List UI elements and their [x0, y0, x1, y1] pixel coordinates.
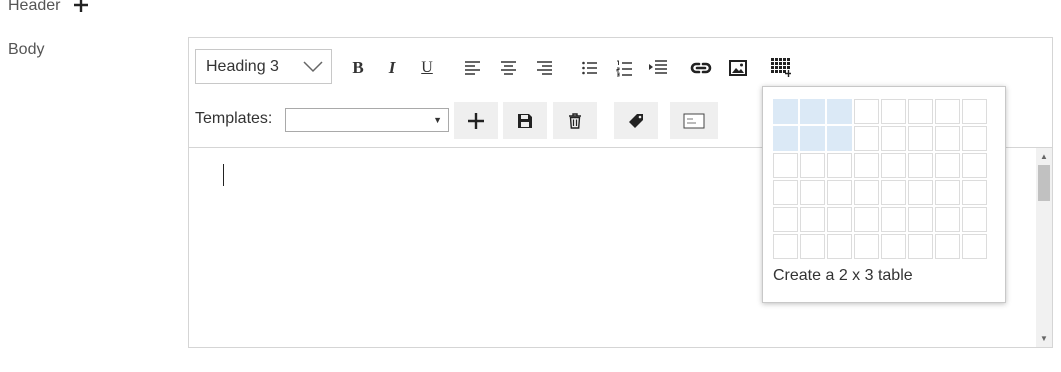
- table-grid-cell[interactable]: [800, 207, 825, 232]
- table-grid-cell[interactable]: [827, 234, 852, 259]
- table-grid-cell[interactable]: [800, 234, 825, 259]
- table-grid-cell[interactable]: [800, 126, 825, 151]
- table-grid-cell[interactable]: [962, 99, 987, 124]
- indent-button[interactable]: [649, 59, 667, 77]
- text-caret: [223, 164, 224, 186]
- add-header-plus-icon[interactable]: [72, 0, 90, 14]
- vertical-scrollbar[interactable]: ▲ ▼: [1036, 148, 1052, 347]
- table-grid-cell[interactable]: [935, 180, 960, 205]
- table-grid-cell[interactable]: [935, 99, 960, 124]
- table-grid-cell[interactable]: [881, 207, 906, 232]
- chevron-down-icon: [303, 61, 323, 73]
- italic-button[interactable]: I: [385, 58, 399, 78]
- table-grid-cell[interactable]: [962, 207, 987, 232]
- table-grid-cell[interactable]: [908, 99, 933, 124]
- table-grid-cell[interactable]: [881, 126, 906, 151]
- align-right-icon: [536, 61, 552, 75]
- table-grid-cell[interactable]: [800, 153, 825, 178]
- table-grid-cell[interactable]: [800, 99, 825, 124]
- heading-select-value: Heading 3: [206, 58, 279, 75]
- table-grid-cell[interactable]: [854, 153, 879, 178]
- dropdown-arrow-icon: ▼: [433, 115, 442, 125]
- table-grid-cell[interactable]: [773, 234, 798, 259]
- scroll-up-arrow-icon[interactable]: ▲: [1040, 152, 1048, 161]
- table-grid-cell[interactable]: [854, 126, 879, 151]
- table-grid-cell[interactable]: [935, 207, 960, 232]
- image-icon: [729, 60, 747, 76]
- plus-icon: [468, 112, 484, 129]
- table-grid-cell[interactable]: [962, 153, 987, 178]
- underline-button[interactable]: U: [419, 58, 435, 78]
- table-grid-cell[interactable]: [962, 234, 987, 259]
- scroll-down-arrow-icon[interactable]: ▼: [1040, 334, 1048, 343]
- bulleted-list-button[interactable]: [581, 60, 597, 76]
- table-grid-cell[interactable]: [962, 126, 987, 151]
- insert-link-button[interactable]: [690, 59, 712, 77]
- table-grid-cell[interactable]: [881, 153, 906, 178]
- table-grid-cell[interactable]: [827, 180, 852, 205]
- table-grid-cell[interactable]: [881, 99, 906, 124]
- table-grid-cell[interactable]: [800, 180, 825, 205]
- heading-format-select[interactable]: Heading 3: [195, 49, 332, 84]
- body-label: Body: [8, 41, 45, 58]
- align-right-button[interactable]: [536, 60, 552, 76]
- table-picker-caption: Create a 2 x 3 table: [773, 267, 913, 284]
- tag-button[interactable]: [614, 102, 658, 139]
- table-icon: [771, 58, 791, 77]
- table-grid-cell[interactable]: [773, 207, 798, 232]
- table-grid-cell[interactable]: [881, 234, 906, 259]
- header-label: Header: [8, 0, 61, 14]
- align-left-button[interactable]: [464, 60, 480, 76]
- text-field-icon: [683, 113, 705, 128]
- table-grid-cell[interactable]: [908, 153, 933, 178]
- numbered-list-button[interactable]: [615, 59, 632, 77]
- table-grid-cell[interactable]: [773, 180, 798, 205]
- templates-label: Templates:: [195, 110, 273, 127]
- scrollbar-thumb[interactable]: [1038, 165, 1050, 201]
- table-grid-cell[interactable]: [935, 153, 960, 178]
- align-center-icon: [500, 61, 516, 75]
- table-grid-cell[interactable]: [908, 180, 933, 205]
- numbered-list-icon: [616, 60, 632, 76]
- table-size-picker: Create a 2 x 3 table: [762, 86, 1006, 303]
- table-grid-cell[interactable]: [773, 126, 798, 151]
- link-icon: [690, 62, 712, 74]
- table-size-grid: [773, 99, 987, 259]
- table-grid-cell[interactable]: [773, 99, 798, 124]
- table-grid-cell[interactable]: [827, 153, 852, 178]
- trash-icon: [569, 112, 581, 129]
- insert-table-button[interactable]: [771, 58, 791, 78]
- table-grid-cell[interactable]: [962, 180, 987, 205]
- add-template-button[interactable]: [454, 102, 498, 139]
- table-grid-cell[interactable]: [908, 126, 933, 151]
- table-grid-cell[interactable]: [854, 99, 879, 124]
- bulleted-list-icon: [581, 61, 597, 75]
- delete-template-button[interactable]: [553, 102, 597, 139]
- bold-button[interactable]: B: [349, 58, 367, 78]
- align-left-icon: [464, 61, 480, 75]
- templates-select[interactable]: ▼: [285, 108, 449, 132]
- table-grid-cell[interactable]: [935, 234, 960, 259]
- table-grid-cell[interactable]: [908, 207, 933, 232]
- table-grid-cell[interactable]: [773, 153, 798, 178]
- insert-image-button[interactable]: [729, 59, 747, 77]
- table-grid-cell[interactable]: [827, 207, 852, 232]
- table-grid-cell[interactable]: [854, 180, 879, 205]
- indent-icon: [649, 60, 667, 74]
- align-center-button[interactable]: [500, 60, 516, 76]
- table-grid-cell[interactable]: [935, 126, 960, 151]
- table-grid-cell[interactable]: [854, 234, 879, 259]
- table-grid-cell[interactable]: [908, 234, 933, 259]
- table-grid-cell[interactable]: [827, 99, 852, 124]
- table-grid-cell[interactable]: [854, 207, 879, 232]
- table-grid-cell[interactable]: [827, 126, 852, 151]
- save-template-button[interactable]: [503, 102, 547, 139]
- save-icon: [518, 113, 532, 128]
- tag-icon: [629, 113, 643, 128]
- text-field-button[interactable]: [670, 102, 718, 139]
- table-grid-cell[interactable]: [881, 180, 906, 205]
